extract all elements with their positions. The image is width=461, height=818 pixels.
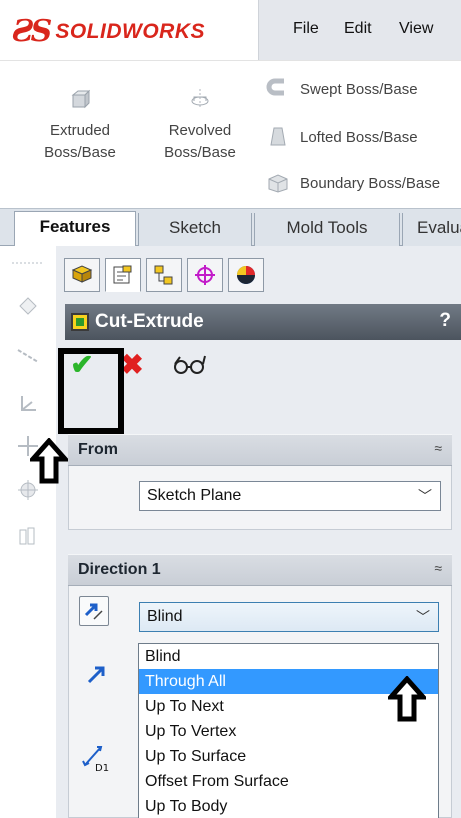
dimxpert-manager-tab[interactable]	[187, 258, 223, 292]
swept-label: Swept Boss/Base	[300, 80, 418, 98]
dimxpert-icon	[195, 265, 215, 285]
end-condition-select[interactable]: Blind ﹀	[139, 602, 439, 632]
annotation-up-arrow-icon	[30, 438, 68, 484]
menu-edit[interactable]: Edit	[344, 20, 372, 38]
property-manager-tab[interactable]	[105, 258, 141, 292]
command-manager-ribbon: Extruded Boss/Base Revolved Boss/Base Sw…	[0, 60, 461, 208]
manager-tabs	[64, 258, 264, 292]
property-manager-header: Cut-Extrude ?	[65, 304, 461, 340]
revolved-boss-button[interactable]: Revolved Boss/Base	[150, 89, 250, 164]
help-button[interactable]: ?	[439, 310, 451, 332]
from-section-header[interactable]: From ≈	[68, 434, 452, 466]
reverse-direction-icon	[84, 603, 103, 620]
chevron-down-icon: ﹀	[416, 609, 430, 625]
left-toolbar	[0, 246, 56, 818]
ok-button-highlight	[58, 348, 124, 434]
direction1-section-header[interactable]: Direction 1 ≈	[68, 554, 452, 586]
plane-icon[interactable]	[16, 294, 40, 318]
annotation-up-arrow-icon	[388, 676, 426, 722]
tab-evaluate[interactable]: Evaluate	[402, 213, 461, 247]
extruded-label-line1: Extruded	[49, 122, 111, 139]
revolved-label-line1: Revolved	[168, 122, 232, 139]
reverse-direction-button[interactable]	[79, 596, 109, 626]
logo-text: SOLIDWORKS	[55, 19, 206, 43]
configuration-manager-tab[interactable]	[146, 258, 182, 292]
chevron-down-icon: ﹀	[418, 488, 432, 504]
option-up-to-vertex[interactable]: Up To Vertex	[139, 719, 438, 744]
menu-file[interactable]: File	[293, 20, 319, 38]
display-manager-tab[interactable]	[228, 258, 264, 292]
title-bar: ƧS SOLIDWORKS File Edit View	[0, 0, 461, 60]
menu-bar: File Edit View	[258, 0, 461, 60]
extruded-boss-button[interactable]: Extruded Boss/Base	[30, 89, 130, 164]
depth-dimension-icon: D1	[82, 746, 109, 774]
collapse-icon[interactable]: ≈	[434, 560, 442, 576]
extruded-label-line2: Boss/Base	[44, 144, 116, 161]
tab-sketch[interactable]: Sketch	[138, 213, 252, 247]
swept-boss-button[interactable]: Swept Boss/Base	[266, 77, 418, 101]
configuration-manager-icon	[154, 265, 173, 285]
revolved-label-line2: Boss/Base	[164, 144, 236, 161]
end-condition-dropdown: Blind Through All Up To Next Up To Verte…	[138, 643, 439, 818]
extrude-icon	[71, 89, 91, 109]
revolve-icon	[191, 89, 209, 109]
lofted-label: Lofted Boss/Base	[300, 128, 418, 146]
from-section-body: Sketch Plane ﹀	[68, 466, 452, 530]
option-blind[interactable]: Blind	[139, 644, 438, 669]
feature-manager-tab[interactable]	[64, 258, 100, 292]
direction-arrow-icon[interactable]	[85, 662, 109, 686]
detailed-preview-icon[interactable]	[172, 354, 208, 376]
swept-icon	[266, 78, 284, 96]
property-manager-icon	[113, 265, 132, 284]
command-manager-tabs: Features Sketch Mold Tools Evaluate	[0, 208, 461, 247]
collapse-icon[interactable]: ≈	[434, 440, 442, 456]
boundary-icon	[268, 174, 288, 193]
option-offset-from-surface[interactable]: Offset From Surface	[139, 769, 438, 794]
feature-title: Cut-Extrude	[95, 311, 204, 332]
option-up-to-surface[interactable]: Up To Surface	[139, 744, 438, 769]
lofted-icon	[270, 127, 286, 146]
cut-extrude-icon	[71, 313, 89, 331]
tab-features[interactable]: Features	[14, 211, 136, 247]
direction1-section-title: Direction 1	[78, 561, 161, 578]
end-condition-value: Blind	[147, 608, 183, 625]
feature-manager-icon	[71, 265, 93, 283]
ds-logo-mark: ƧS	[12, 14, 52, 49]
boundary-boss-button[interactable]: Boundary Boss/Base	[266, 171, 440, 195]
from-select[interactable]: Sketch Plane ﹀	[139, 481, 441, 511]
axis-icon[interactable]	[16, 344, 40, 368]
toolbar-grip-icon	[12, 262, 42, 264]
display-manager-icon	[237, 266, 255, 284]
from-select-value: Sketch Plane	[147, 487, 242, 504]
mate-reference-icon[interactable]	[16, 524, 40, 548]
solidworks-logo: ƧS SOLIDWORKS	[12, 14, 205, 49]
lofted-boss-button[interactable]: Lofted Boss/Base	[266, 125, 418, 149]
depth-label: D1	[95, 763, 109, 774]
menu-view[interactable]: View	[399, 20, 433, 38]
boundary-label: Boundary Boss/Base	[300, 174, 441, 192]
tab-mold-tools[interactable]: Mold Tools	[254, 213, 400, 247]
coordinate-system-icon[interactable]	[16, 392, 40, 416]
from-section-title: From	[78, 441, 118, 458]
option-up-to-body[interactable]: Up To Body	[139, 794, 438, 818]
